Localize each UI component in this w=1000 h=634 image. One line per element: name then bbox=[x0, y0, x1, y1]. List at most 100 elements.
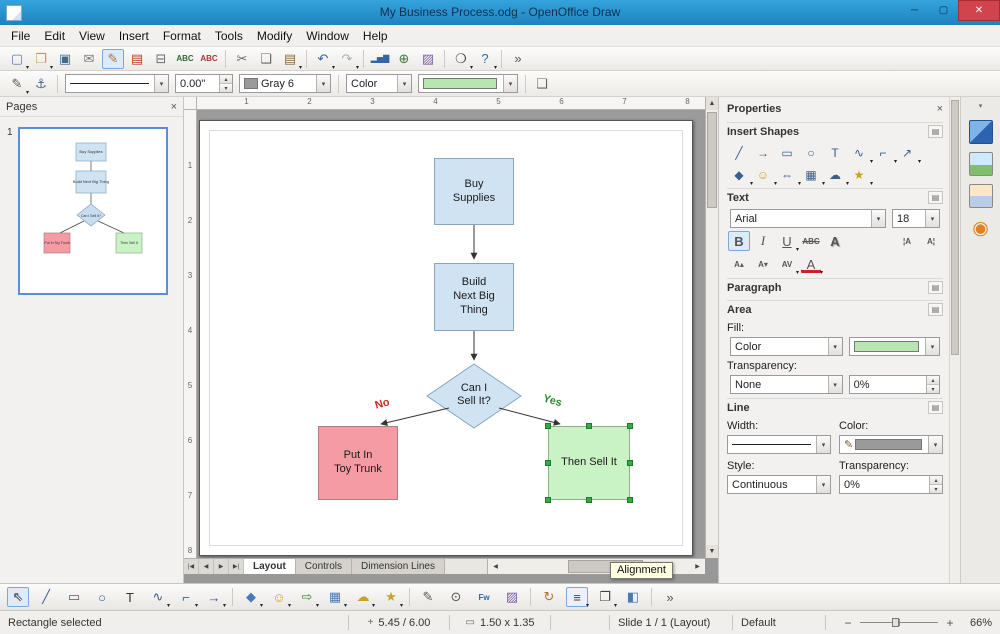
flowchart-node-build-next-big-thing[interactable]: Build Next Big Thing bbox=[434, 263, 514, 331]
open-icon[interactable]: ❐▾ bbox=[30, 49, 52, 69]
email-icon[interactable]: ✉ bbox=[78, 49, 100, 69]
dropdown-caret[interactable]: ▾ bbox=[260, 602, 263, 609]
dropdown-caret[interactable]: ▾ bbox=[918, 158, 921, 165]
zoom-icon[interactable]: ❍▾ bbox=[450, 49, 472, 69]
area-style-combo[interactable]: Color ▾ bbox=[346, 74, 412, 93]
chart-icon[interactable]: ▂▅▇ bbox=[369, 49, 391, 69]
dropdown-button[interactable]: ▾ bbox=[816, 476, 830, 493]
transparency-type-combo[interactable]: None ▾ bbox=[730, 375, 843, 394]
dropdown-caret[interactable]: ▾ bbox=[494, 64, 497, 71]
dropdown-caret[interactable]: ▾ bbox=[400, 602, 403, 609]
flowchart-node-decision-label[interactable]: Can I Sell It? bbox=[427, 382, 521, 408]
page-style[interactable]: Default bbox=[733, 611, 825, 634]
dropdown-caret[interactable]: ▾ bbox=[344, 602, 347, 609]
dropdown-caret[interactable]: ▾ bbox=[820, 269, 823, 276]
decrease-spacing-icon[interactable]: A¦ bbox=[920, 231, 942, 251]
dropdown-caret[interactable]: ▾ bbox=[614, 602, 617, 609]
rotate-icon[interactable]: ↻ bbox=[538, 587, 560, 607]
selection-handle[interactable] bbox=[586, 423, 592, 429]
dropdown-caret[interactable]: ▾ bbox=[356, 64, 359, 71]
spellcheck-icon[interactable]: ABC bbox=[174, 49, 196, 69]
dropdown-caret[interactable]: ▾ bbox=[586, 602, 589, 609]
selection-handle[interactable] bbox=[627, 423, 633, 429]
zoom-percentage[interactable]: 66% bbox=[956, 611, 1000, 634]
star-shapes-icon[interactable]: ★▾ bbox=[380, 587, 402, 607]
flowchart-node-put-in-toy-trunk[interactable]: Put In Toy Trunk bbox=[318, 426, 398, 500]
dropdown-caret[interactable]: ▾ bbox=[796, 246, 799, 253]
paste-icon[interactable]: ▤▾ bbox=[279, 49, 301, 69]
insert-image-icon[interactable]: ▨ bbox=[501, 587, 523, 607]
edit-points-icon[interactable]: ✎▾ bbox=[6, 74, 28, 94]
save-icon[interactable]: ▣ bbox=[54, 49, 76, 69]
spinner-arrows[interactable]: ▴▾ bbox=[929, 476, 942, 493]
select-icon[interactable]: ⇖ bbox=[7, 587, 29, 607]
maximize-button[interactable]: ▢ bbox=[929, 0, 958, 21]
fontwork-icon[interactable]: Fw bbox=[473, 587, 495, 607]
dropdown-button[interactable]: ▾ bbox=[828, 376, 842, 393]
undo-icon[interactable]: ↶▾ bbox=[312, 49, 334, 69]
dropdown-button[interactable]: ▾ bbox=[816, 436, 830, 453]
dropdown-caret[interactable]: ▾ bbox=[316, 602, 319, 609]
selection-handle[interactable] bbox=[627, 460, 633, 466]
dropdown-button[interactable]: ▾ bbox=[925, 338, 939, 355]
italic-button[interactable]: I bbox=[752, 231, 774, 251]
dropdown-caret[interactable]: ▾ bbox=[195, 602, 198, 609]
transparency-spinner[interactable]: 0% ▴▾ bbox=[849, 375, 940, 394]
zoom-slider[interactable] bbox=[860, 617, 938, 628]
glue-points-icon[interactable]: ⊙ bbox=[445, 587, 467, 607]
cut-icon[interactable]: ✂ bbox=[231, 49, 253, 69]
flowchart-node-then-sell-it[interactable]: Then Sell It bbox=[548, 426, 630, 500]
panel-more-options-icon[interactable]: ▤ bbox=[928, 303, 943, 316]
line-color-combo[interactable]: Gray 6 ▾ bbox=[239, 74, 331, 93]
scroll-up-button[interactable]: ▲ bbox=[706, 97, 718, 110]
dropdown-caret[interactable]: ▾ bbox=[299, 64, 302, 71]
selection-handle[interactable] bbox=[545, 460, 551, 466]
toolbar-options-icon[interactable]: » bbox=[507, 49, 529, 69]
menu-item[interactable]: Help bbox=[356, 26, 395, 46]
previous-page-button[interactable]: ◀ bbox=[199, 559, 214, 574]
symbol-shapes-icon[interactable]: ☺▾ bbox=[268, 587, 290, 607]
area-color-combo[interactable]: ▾ bbox=[418, 74, 518, 93]
gallery-icon[interactable]: ▨ bbox=[417, 49, 439, 69]
zoom-in-button[interactable]: + bbox=[944, 616, 956, 630]
section-area[interactable]: Area ▤ bbox=[727, 300, 943, 318]
font-size-combo[interactable]: 18 ▾ bbox=[892, 209, 940, 228]
symbol-shapes-icon[interactable]: ☺▾ bbox=[751, 165, 775, 184]
dropdown-caret[interactable]: ▾ bbox=[470, 64, 473, 71]
line-width-spinner[interactable]: 0.00" ▴▾ bbox=[175, 74, 233, 93]
page-thumbnail[interactable]: Buy Supplies Build Next Big Thing Can I … bbox=[18, 127, 168, 295]
copy-icon[interactable]: ❏ bbox=[255, 49, 277, 69]
strikethrough-button[interactable]: ABC bbox=[800, 231, 822, 251]
scroll-down-button[interactable]: ▼ bbox=[706, 545, 718, 558]
spinner-arrows[interactable]: ▴▾ bbox=[926, 376, 939, 393]
callout-shapes-icon[interactable]: ☁▾ bbox=[352, 587, 374, 607]
line-color-combo[interactable]: ✎ ▾ bbox=[839, 435, 943, 454]
shadow-button[interactable]: A bbox=[824, 231, 846, 251]
close-pages-panel-button[interactable]: × bbox=[171, 101, 177, 113]
rectangle-icon[interactable]: ▭ bbox=[63, 587, 85, 607]
slide-indicator[interactable]: Slide 1 / 1 (Layout) bbox=[610, 611, 732, 634]
line-icon[interactable]: ╱ bbox=[35, 587, 57, 607]
flowchart-shapes-icon[interactable]: ▦▾ bbox=[324, 587, 346, 607]
menu-item[interactable]: Tools bbox=[208, 26, 250, 46]
horizontal-ruler[interactable]: 12345678 bbox=[197, 97, 705, 110]
dropdown-caret[interactable]: ▾ bbox=[26, 89, 29, 96]
tab-dimension-lines[interactable]: Dimension Lines bbox=[352, 559, 445, 574]
section-text[interactable]: Text ▤ bbox=[727, 188, 943, 206]
sidebar-scrollbar[interactable] bbox=[949, 97, 960, 583]
gallery-tab-icon[interactable] bbox=[969, 152, 993, 176]
menu-item[interactable]: File bbox=[4, 26, 37, 46]
ellipse-icon[interactable]: ○ bbox=[91, 587, 113, 607]
titlebar[interactable]: My Business Process.odg - OpenOffice Dra… bbox=[0, 0, 1000, 25]
vertical-scroll-thumb[interactable] bbox=[707, 112, 717, 208]
zoom-slider-thumb[interactable] bbox=[892, 618, 899, 627]
dropdown-caret[interactable]: ▾ bbox=[26, 64, 29, 71]
basic-shapes-icon[interactable]: ◆▾ bbox=[727, 165, 751, 184]
properties-tab-icon[interactable] bbox=[969, 120, 993, 144]
text-icon[interactable]: T bbox=[119, 587, 141, 607]
connector-icon[interactable]: ⌐▾ bbox=[175, 587, 197, 607]
dropdown-caret[interactable]: ▾ bbox=[288, 602, 291, 609]
edit-file-icon[interactable]: ✎ bbox=[102, 49, 124, 69]
character-spacing-icon[interactable]: AV▾ bbox=[776, 254, 798, 274]
panel-more-options-icon[interactable]: ▤ bbox=[928, 125, 943, 138]
